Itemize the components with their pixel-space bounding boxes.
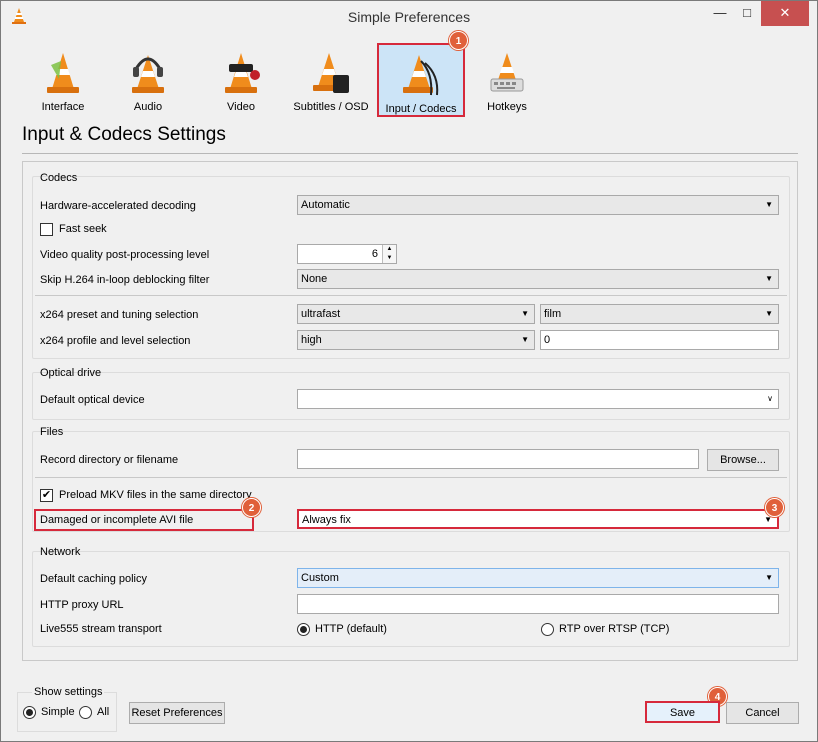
dropdown-arrow-icon: ▼ [765, 274, 773, 283]
title-bar: Simple Preferences — □ ✕ [1, 1, 817, 33]
hw-decoding-label: Hardware-accelerated decoding [40, 200, 196, 212]
spin-up-down-icon[interactable]: ▲ ▼ [382, 245, 396, 263]
optical-device-label: Default optical device [40, 394, 145, 406]
show-simple-radio[interactable] [23, 706, 36, 719]
skip-h264-value: None [301, 273, 328, 285]
preferences-window: Simple Preferences — □ ✕ Interface Audio… [0, 0, 818, 742]
tab-input-codecs[interactable]: Input / Codecs [377, 43, 465, 117]
page-title: Input & Codecs Settings [22, 124, 226, 145]
files-separator [35, 477, 787, 478]
minimize-button[interactable]: — [707, 1, 733, 26]
vlc-cone-subtitles-icon [313, 53, 349, 93]
preload-mkv-checkbox[interactable]: ✔ [40, 489, 53, 502]
preload-mkv-label: Preload MKV files in the same directory [59, 489, 252, 501]
http-proxy-label: HTTP proxy URL [40, 599, 124, 611]
x264-preset-value: ultrafast [301, 308, 341, 320]
vlc-cone-keyboard-icon [490, 53, 524, 92]
skip-h264-select[interactable]: None ▼ [297, 269, 779, 289]
pp-level-label: Video quality post-processing level [40, 249, 210, 261]
http-proxy-input[interactable] [297, 594, 779, 614]
heading-divider [22, 153, 798, 154]
fast-seek-label: Fast seek [59, 223, 107, 235]
tab-interface[interactable]: Interface [21, 43, 105, 115]
x264-profile-value: high [301, 334, 322, 346]
tab-video-label: Video [227, 101, 255, 113]
skip-h264-label: Skip H.264 in-loop deblocking filter [40, 274, 210, 286]
record-path-label: Record directory or filename [40, 454, 179, 466]
vlc-cone-headphones-icon [132, 55, 164, 93]
reset-preferences-button[interactable]: Reset Preferences [129, 702, 225, 724]
optical-device-select[interactable]: ∨ [297, 389, 779, 409]
x264-tune-select[interactable]: film ▼ [540, 304, 779, 324]
x264-preset-label: x264 preset and tuning selection [40, 309, 199, 321]
vlc-cone-glasses-icon [225, 53, 260, 93]
vlc-cone-interface-icon [47, 53, 79, 93]
x264-preset-select[interactable]: ultrafast ▼ [297, 304, 535, 324]
callout-badge-2: 2 [242, 498, 261, 517]
show-settings-label: Show settings [32, 686, 105, 698]
live555-transport-label: Live555 stream transport [40, 623, 162, 635]
hw-decoding-value: Automatic [301, 199, 350, 211]
caching-policy-select[interactable]: Custom ▼ [297, 568, 779, 588]
rtp-over-rtsp-radio[interactable] [541, 623, 554, 636]
codecs-separator [35, 295, 787, 296]
tab-hotkeys[interactable]: Hotkeys [465, 43, 549, 115]
damaged-avi-label: Damaged or incomplete AVI file [40, 514, 194, 526]
tab-audio-label: Audio [133, 101, 163, 113]
pp-level-value: 6 [371, 248, 378, 260]
tab-video[interactable]: Video [199, 43, 283, 115]
x264-profile-select[interactable]: high ▼ [297, 330, 535, 350]
cancel-button[interactable]: Cancel [726, 702, 799, 724]
rtp-over-rtsp-label: RTP over RTSP (TCP) [559, 623, 670, 635]
dropdown-arrow-icon: ▼ [765, 309, 773, 318]
damaged-avi-value: Always fix [302, 514, 351, 526]
x264-tune-value: film [544, 308, 562, 320]
callout-badge-3: 3 [765, 498, 784, 517]
files-group-title: Files [40, 426, 64, 438]
hw-decoding-select[interactable]: Automatic ▼ [297, 195, 779, 215]
window-title: Simple Preferences [347, 9, 471, 25]
save-button[interactable]: Save [645, 701, 720, 723]
maximize-button[interactable]: □ [734, 1, 760, 26]
caching-policy-value: Custom [301, 572, 339, 584]
http-default-label: HTTP (default) [315, 623, 387, 635]
tab-interface-label: Interface [41, 101, 85, 113]
browse-button[interactable]: Browse... [707, 449, 779, 471]
x264-profile-label: x264 profile and level selection [40, 335, 191, 347]
dropdown-arrow-icon: ▼ [765, 200, 773, 209]
tab-input-codecs-label: Input / Codecs [385, 103, 457, 115]
show-all-radio[interactable] [79, 706, 92, 719]
dropdown-arrow-icon: ▼ [521, 309, 529, 318]
show-simple-label: Simple [41, 706, 75, 718]
close-button[interactable]: ✕ [761, 1, 809, 26]
tab-subtitles-osd-label: Subtitles / OSD [293, 101, 369, 113]
tab-subtitles-osd[interactable]: Subtitles / OSD [289, 43, 373, 115]
tab-hotkeys-label: Hotkeys [487, 101, 527, 113]
dropdown-arrow-icon: ▼ [765, 573, 773, 582]
callout-badge-1: 1 [449, 31, 468, 50]
optical-group-title: Optical drive [40, 367, 102, 379]
pp-level-spinbox[interactable]: 6 ▲ ▼ [297, 244, 397, 264]
network-group-title: Network [40, 546, 81, 558]
dropdown-arrow-icon: ▼ [521, 335, 529, 344]
x264-level-input[interactable]: 0 [540, 330, 779, 350]
settings-panel: Codecs Hardware-accelerated decoding Aut… [22, 161, 798, 661]
codecs-group-title: Codecs [40, 172, 78, 184]
caching-policy-label: Default caching policy [40, 573, 148, 585]
vlc-cone-cables-icon [403, 55, 439, 96]
show-all-label: All [97, 706, 110, 718]
chevron-down-icon: ∨ [767, 394, 773, 403]
record-path-input[interactable] [297, 449, 699, 469]
tab-audio[interactable]: Audio [106, 43, 190, 115]
http-default-radio[interactable] [297, 623, 310, 636]
damaged-avi-select[interactable]: Always fix ▼ [297, 509, 779, 529]
fast-seek-checkbox[interactable] [40, 223, 53, 236]
